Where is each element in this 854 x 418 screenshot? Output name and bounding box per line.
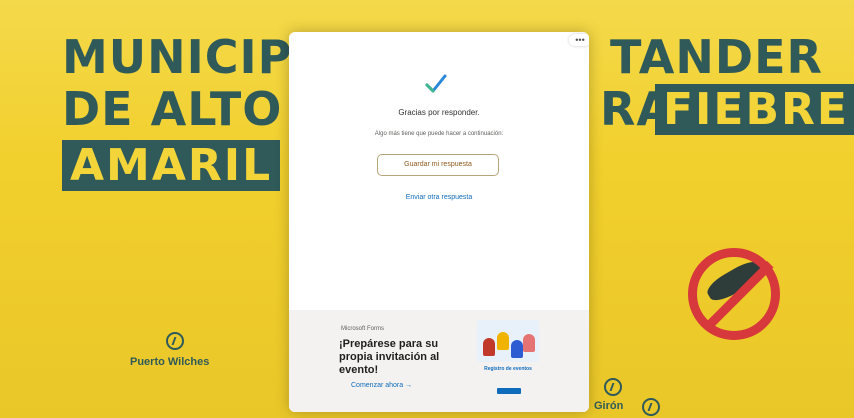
event-illustration — [477, 320, 539, 362]
more-options-button[interactable]: ••• — [569, 34, 589, 46]
check-icon — [425, 74, 447, 93]
promo-banner: Microsoft Forms ¡Prepárese para su propi… — [289, 310, 589, 412]
save-response-button[interactable]: Guardar mi respuesta — [377, 154, 499, 176]
dialog-title: Gracias por responder. — [398, 108, 480, 117]
promo-title: ¡Prepárese para su propia invitación al … — [339, 338, 440, 376]
illustration-caption: Registro de eventos — [484, 366, 532, 372]
promo-brand: Microsoft Forms — [341, 326, 385, 332]
prohibited-sign-icon — [688, 248, 780, 340]
town-label-giron: Girón — [594, 400, 624, 412]
illustration-button — [497, 388, 521, 394]
town-label-puerto-wilches: Puerto Wilches — [130, 356, 210, 368]
map-pin-icon — [604, 378, 622, 396]
poster-line-1-start: MUNICIP — [62, 30, 293, 84]
map-pin-icon — [166, 332, 184, 350]
poster-highlight-amarilla: AMARIL — [62, 140, 281, 191]
map-pin-icon — [642, 398, 660, 416]
submit-another-response-link[interactable]: Enviar otra respuesta — [289, 194, 589, 201]
poster-line-2-start: DE ALTO — [62, 82, 283, 136]
dialog-subtitle: Algo más tiene que puede hacer a continu… — [374, 131, 504, 137]
thank-you-dialog: ••• Gracias por responder. Algo más tien… — [289, 32, 589, 412]
poster-highlight-fiebre: FIEBRE — [655, 84, 854, 135]
get-started-link[interactable]: Comenzar ahora → — [351, 382, 412, 389]
poster-line-1-end: TANDER — [610, 30, 823, 84]
